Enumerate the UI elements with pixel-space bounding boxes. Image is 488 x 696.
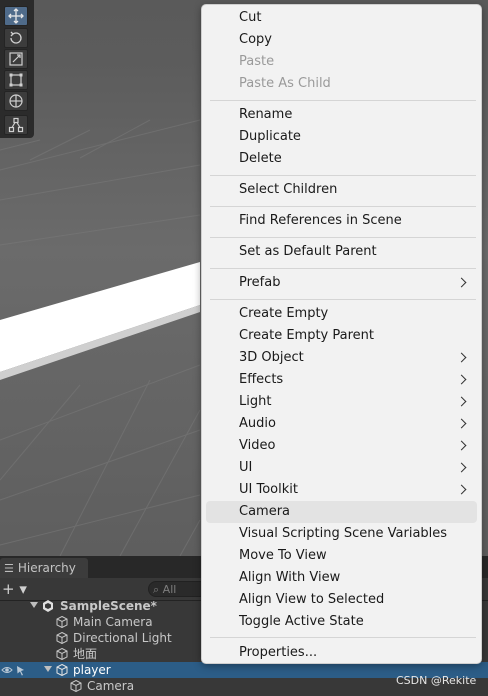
menu-item-prefab[interactable]: Prefab xyxy=(206,272,477,294)
menu-item-camera[interactable]: Camera xyxy=(206,501,477,523)
menu-item-rename[interactable]: Rename xyxy=(206,104,477,126)
watermark: CSDN @Rekite xyxy=(396,674,477,687)
scale-tool-button[interactable] xyxy=(4,49,28,69)
chevron-right-icon xyxy=(456,440,467,451)
menu-item-properties[interactable]: Properties... xyxy=(206,642,477,664)
menu-item-create-empty-parent[interactable]: Create Empty Parent xyxy=(206,325,477,347)
chevron-right-icon xyxy=(456,484,467,495)
menu-separator xyxy=(210,637,476,638)
menu-item-paste-as-child: Paste As Child xyxy=(239,76,331,91)
custom-tool-icon xyxy=(8,117,24,133)
transform-tool-button[interactable] xyxy=(4,91,28,111)
scene-tools-toolbar xyxy=(0,0,34,138)
item-label: Main Camera xyxy=(73,615,153,629)
gameobject-icon xyxy=(56,632,68,644)
hierarchy-search-field[interactable]: ⌕ All xyxy=(148,581,208,597)
menu-item-toggle-active-state[interactable]: Toggle Active State xyxy=(206,611,477,633)
rect-tool-button[interactable] xyxy=(4,70,28,90)
gameobject-icon xyxy=(56,648,68,660)
scene-expand-arrow[interactable] xyxy=(30,602,38,608)
menu-item-light[interactable]: Light xyxy=(206,391,477,413)
unity-scene-icon xyxy=(43,600,53,612)
menu-item-video[interactable]: Video xyxy=(206,435,477,457)
search-placeholder: All xyxy=(162,583,177,596)
rotate-tool-icon xyxy=(10,31,22,44)
chevron-right-icon xyxy=(456,374,467,385)
visibility-icon[interactable] xyxy=(1,664,13,676)
menu-separator xyxy=(210,268,476,269)
menu-separator xyxy=(210,206,476,207)
menu-separator xyxy=(210,299,476,300)
menu-item-create-empty[interactable]: Create Empty xyxy=(206,303,477,325)
chevron-right-icon xyxy=(456,462,467,473)
custom-tool-button[interactable] xyxy=(4,115,28,135)
menu-item-effects[interactable]: Effects xyxy=(206,369,477,391)
player-expand-arrow[interactable] xyxy=(44,666,52,672)
transform-tool-icon xyxy=(9,94,23,108)
chevron-right-icon xyxy=(456,277,467,288)
move-tool-icon xyxy=(8,8,24,24)
hierarchy-list-icon: ☰ xyxy=(4,561,14,575)
menu-item-delete[interactable]: Delete xyxy=(206,148,477,170)
tab-hierarchy[interactable]: ☰ Hierarchy xyxy=(0,558,88,578)
menu-item-cut[interactable]: Cut xyxy=(206,7,477,29)
rect-tool-icon xyxy=(9,73,23,87)
menu-item-audio[interactable]: Audio xyxy=(206,413,477,435)
scale-tool-icon xyxy=(9,52,23,66)
menu-separator xyxy=(210,100,476,101)
chevron-right-icon xyxy=(456,418,467,429)
menu-item-align-view-to-selected[interactable]: Align View to Selected xyxy=(206,589,477,611)
menu-item-paste: Paste xyxy=(239,54,275,69)
menu-item-3d-object[interactable]: 3D Object xyxy=(206,347,477,369)
add-object-button[interactable]: + ▾ xyxy=(2,580,28,598)
gameobject-icon xyxy=(56,664,68,676)
item-label: Directional Light xyxy=(73,631,172,645)
search-icon: ⌕ xyxy=(153,583,160,596)
rotate-tool-button[interactable] xyxy=(4,28,28,48)
item-label: 地面 xyxy=(73,647,98,661)
chevron-right-icon xyxy=(456,352,467,363)
move-tool-button[interactable] xyxy=(4,6,28,26)
pickability-icon[interactable] xyxy=(15,664,27,676)
item-label: player xyxy=(73,663,111,677)
menu-item-ui-toolkit[interactable]: UI Toolkit xyxy=(206,479,477,501)
menu-item-find-references[interactable]: Find References in Scene xyxy=(206,210,477,232)
item-label: Camera xyxy=(87,679,135,693)
hierarchy-tab-label: Hierarchy xyxy=(17,561,76,575)
chevron-right-icon xyxy=(456,396,467,407)
gameobject-icon xyxy=(70,680,82,692)
menu-item-move-to-view[interactable]: Move To View xyxy=(206,545,477,567)
menu-item-duplicate[interactable]: Duplicate xyxy=(206,126,477,148)
menu-separator xyxy=(210,237,476,238)
menu-item-copy[interactable]: Copy xyxy=(206,29,477,51)
gameobject-icon xyxy=(56,616,68,628)
menu-item-ui[interactable]: UI xyxy=(206,457,477,479)
menu-separator xyxy=(210,175,476,176)
menu-item-align-with-view[interactable]: Align With View xyxy=(206,567,477,589)
menu-item-visual-scripting-scene-variables[interactable]: Visual Scripting Scene Variables xyxy=(206,523,477,545)
menu-item-set-default-parent[interactable]: Set as Default Parent xyxy=(206,241,477,263)
menu-item-select-children[interactable]: Select Children xyxy=(206,179,477,201)
scene-name: SampleScene* xyxy=(60,599,157,613)
context-menu: Cut Copy Paste Paste As Child Rename Dup… xyxy=(201,4,482,664)
